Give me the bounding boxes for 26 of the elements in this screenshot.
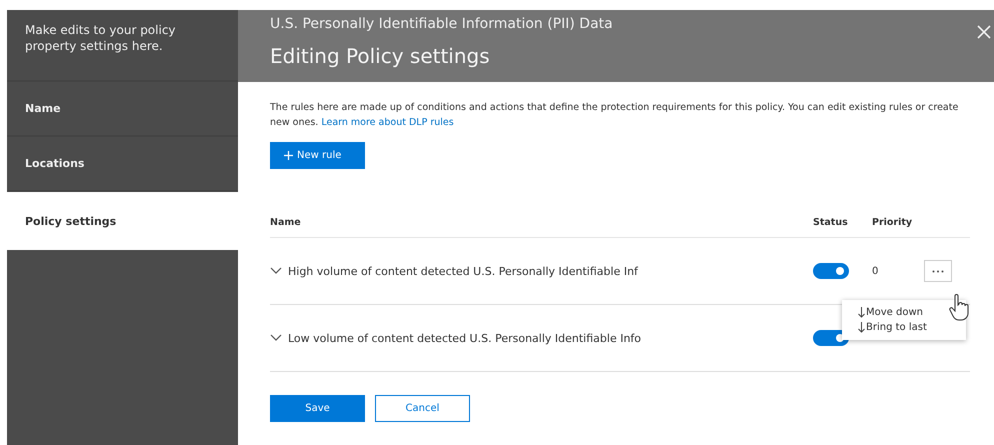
policy-name: U.S. Personally Identifiable Information (PII) Data <box>270 16 614 32</box>
close-button[interactable] <box>976 24 992 40</box>
arrow-down-icon <box>858 322 865 333</box>
status-toggle[interactable] <box>813 263 849 279</box>
arrow-down-icon <box>858 307 865 318</box>
panel-title: Editing Policy settings <box>270 44 491 68</box>
save-button[interactable]: Save <box>270 395 365 422</box>
rule-name: High volume of content detected U.S. Personally Identifiable Inf <box>288 264 640 278</box>
menu-item[interactable]: Bring to last <box>842 320 966 335</box>
expand-button[interactable] <box>270 267 282 275</box>
close-icon <box>976 24 992 40</box>
new-rule-button[interactable]: New rule <box>270 142 365 169</box>
intro-text: The rules here are made up of conditions and actions that define the protection requirements for this policy. You can edit existing rules or create new ones. Learn more about DLP rules <box>270 101 960 130</box>
expand-button[interactable] <box>270 334 282 342</box>
more-icon <box>932 270 944 272</box>
column-header: Status <box>813 216 849 228</box>
sidebar-item[interactable]: Policy settings <box>7 192 238 250</box>
rule-name: Low volume of content detected U.S. Personally Identifiable Info <box>288 332 642 344</box>
learn-more-link[interactable]: Learn more about DLP rules <box>321 117 454 128</box>
priority-value: 0 <box>872 266 880 276</box>
column-header: Priority <box>872 216 912 228</box>
chevron-icon <box>270 267 282 275</box>
cancel-button[interactable]: Cancel <box>375 395 470 422</box>
column-header: Name <box>270 216 302 228</box>
plus-icon <box>284 151 293 160</box>
chevron-icon <box>270 334 282 342</box>
